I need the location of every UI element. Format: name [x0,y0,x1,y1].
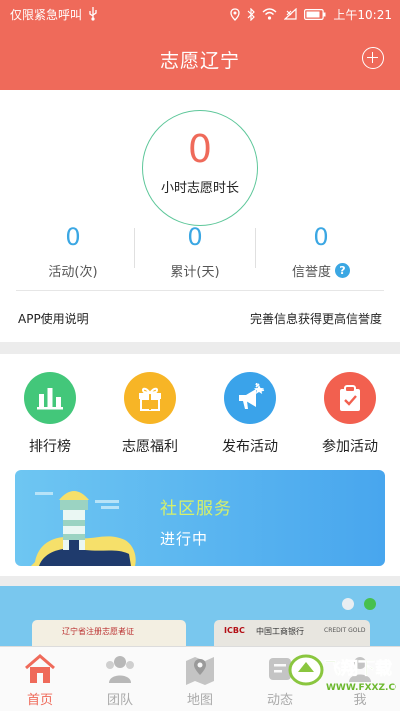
top-bar: 仅限紧急呼叫 上午10:21 志愿辽宁 [0,0,400,90]
clipboard-icon [324,372,376,424]
action-ranking[interactable]: 排行榜 [0,372,100,456]
metric-days-value: 0 [187,223,203,251]
tab-team-label: 团队 [106,693,133,708]
stats-card: 0 小时志愿时长 0 活动(次) 0 累计(天) 0 信誉度 ? APP使用说明… [0,90,400,342]
signal-icon [284,8,298,20]
clock-time: 上午10:21 [333,7,392,22]
tab-team[interactable]: 团队 [80,647,160,711]
lighthouse-illustration [31,491,136,566]
metric-days-label: 累计(天) [170,265,220,280]
wifi-icon [262,8,277,20]
battery-icon [304,8,326,20]
status-bar: 仅限紧急呼叫 上午10:21 [0,0,400,28]
action-welfare-label: 志愿福利 [122,439,178,455]
metric-days[interactable]: 0 累计(天) [128,223,262,280]
carousel-dot-active[interactable] [364,598,376,610]
tab-home[interactable]: 首页 [0,647,80,711]
quick-actions: 排行榜 志愿福利 发布活动 参加活动 社区服务 进行中 [0,354,400,576]
credit-card-brand: ICBC [224,626,245,635]
metric-credibility-value: 0 [313,223,329,251]
credit-card-tag: CREDIT GOLD [324,627,366,634]
promo-carousel[interactable]: 辽宁省注册志愿者证 ICBC 中国工商银行 CREDIT GOLD [0,586,400,646]
divider [16,290,384,291]
metric-activities-label: 活动(次) [48,265,98,280]
action-publish-label: 发布活动 [222,439,278,455]
site-watermark-logo: 飞翔下载 WWW.FXXZ.COM [288,654,396,693]
map-icon [160,652,240,686]
page-title: 志愿辽宁 [159,49,240,72]
watermark-url: WWW.FXXZ.COM [326,683,396,693]
credit-card-text: 中国工商银行 [256,627,304,636]
megaphone-icon [224,372,276,424]
action-join[interactable]: 参加活动 [300,372,400,456]
tab-map[interactable]: 地图 [160,647,240,711]
plus-circle-icon[interactable] [362,47,384,69]
info-row: APP使用说明 完善信息获得更高信誉度 [18,310,382,327]
metric-credibility-label: 信誉度 [291,265,331,280]
banner-title: 社区服务 [160,499,232,519]
location-icon [230,7,241,21]
volunteer-hours-value: 0 [187,127,213,171]
community-service-banner[interactable]: 社区服务 进行中 [15,470,385,566]
credit-card-image: ICBC 中国工商银行 CREDIT GOLD [214,620,370,646]
app-header: 志愿辽宁 [0,28,400,90]
banner-subtitle: 进行中 [160,530,209,548]
carousel-dot[interactable] [342,598,354,610]
bluetooth-icon [247,7,256,21]
usb-icon [88,7,98,21]
volunteer-card-text: 辽宁省注册志愿者证 [62,627,134,636]
volunteer-hours-ring[interactable]: 0 小时志愿时长 [142,110,258,226]
metric-activities[interactable]: 0 活动(次) [6,223,140,280]
carrier-text: 仅限紧急呼叫 [10,7,83,22]
help-icon[interactable]: ? [335,263,350,278]
metric-activities-value: 0 [65,223,81,251]
improve-info-link[interactable]: 完善信息获得更高信誉度 [250,310,382,327]
volunteer-hours-label: 小时志愿时长 [160,181,239,196]
team-icon [80,652,160,686]
metric-credibility[interactable]: 0 信誉度 ? [254,223,388,280]
action-ranking-label: 排行榜 [29,439,71,455]
watermark-text: 飞翔下载 [324,658,392,679]
tab-home-label: 首页 [26,693,53,708]
action-welfare[interactable]: 志愿福利 [100,372,200,456]
action-join-label: 参加活动 [322,439,378,455]
app-guide-link[interactable]: APP使用说明 [18,310,89,327]
gift-icon [124,372,176,424]
home-icon [0,652,80,686]
carousel-indicator [342,598,376,610]
ranking-icon [24,372,76,424]
volunteer-card-image: 辽宁省注册志愿者证 [32,620,186,646]
tab-map-label: 地图 [186,693,213,708]
action-publish[interactable]: 发布活动 [200,372,300,456]
